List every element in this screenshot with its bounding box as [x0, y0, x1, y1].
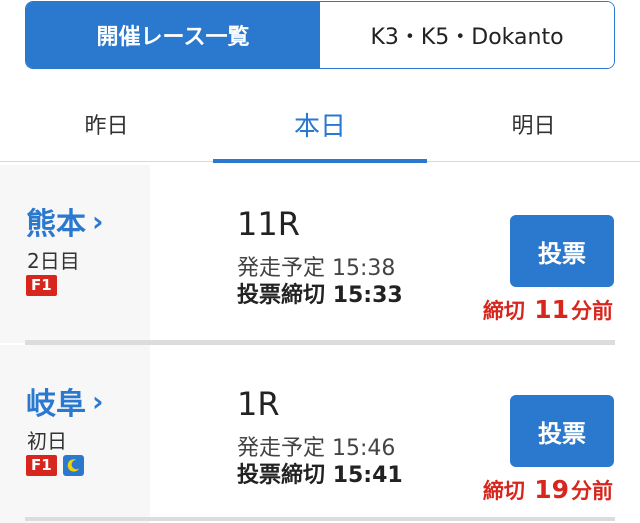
- race-card: 熊本 › 2日目 F1 11R 発走予定 15:38 投票締切 15:33 投票…: [0, 165, 640, 343]
- venue-name: 熊本: [26, 207, 86, 242]
- grade-badges: F1: [26, 275, 57, 296]
- venue-name: 岐阜: [26, 387, 86, 422]
- countdown-suffix: 分前: [571, 299, 613, 323]
- deadline-label: 投票締切: [237, 283, 326, 308]
- venue-link[interactable]: 熊本 ›: [26, 199, 104, 243]
- chevron-right-icon: ›: [92, 204, 104, 238]
- grade-badges: F1: [26, 455, 84, 476]
- deadline-time: 投票締切 15:41: [237, 457, 403, 489]
- race-number: 11R: [237, 205, 300, 243]
- deadline-countdown: 締切 19分前: [483, 475, 613, 505]
- countdown-prefix: 締切: [482, 479, 525, 503]
- tab-today[interactable]: 本日: [213, 86, 427, 162]
- grade-badge: F1: [26, 455, 57, 476]
- meet-day: 2日目: [27, 249, 80, 273]
- active-tab-indicator: [213, 159, 427, 163]
- deadline-label: 投票締切: [237, 463, 326, 488]
- card-divider: [25, 517, 615, 521]
- meet-day: 初日: [27, 429, 67, 453]
- deadline-time: 投票締切 15:33: [237, 277, 403, 309]
- deadline-countdown: 締切 11分前: [483, 295, 613, 325]
- segmented-control: 開催レース一覧 K3・K5・Dokanto: [25, 1, 615, 69]
- day-tabs: 昨日 本日 明日: [0, 86, 640, 163]
- countdown-prefix: 締切: [482, 299, 525, 323]
- race-card: 岐阜 › 初日 F1 1R 発走予定 15:46 投票締切 15:41 投票 締…: [0, 345, 640, 523]
- venue-link[interactable]: 岐阜 ›: [26, 379, 104, 423]
- grade-badge: F1: [26, 275, 57, 296]
- vote-button[interactable]: 投票: [510, 395, 614, 467]
- deadline-value: 15:41: [332, 463, 403, 488]
- card-venue-panel: [0, 345, 150, 523]
- segment-k3-k5-dokanto[interactable]: K3・K5・Dokanto: [320, 2, 614, 68]
- countdown-suffix: 分前: [571, 479, 613, 503]
- chevron-right-icon: ›: [92, 384, 104, 418]
- moon-icon: [62, 455, 84, 476]
- vote-button[interactable]: 投票: [510, 215, 614, 287]
- segment-race-list[interactable]: 開催レース一覧: [26, 2, 320, 68]
- tab-yesterday[interactable]: 昨日: [0, 86, 213, 162]
- deadline-value: 15:33: [332, 283, 403, 308]
- countdown-value: 11: [534, 295, 569, 324]
- countdown-value: 19: [534, 475, 569, 504]
- race-number: 1R: [237, 385, 280, 423]
- tab-tomorrow[interactable]: 明日: [427, 86, 640, 162]
